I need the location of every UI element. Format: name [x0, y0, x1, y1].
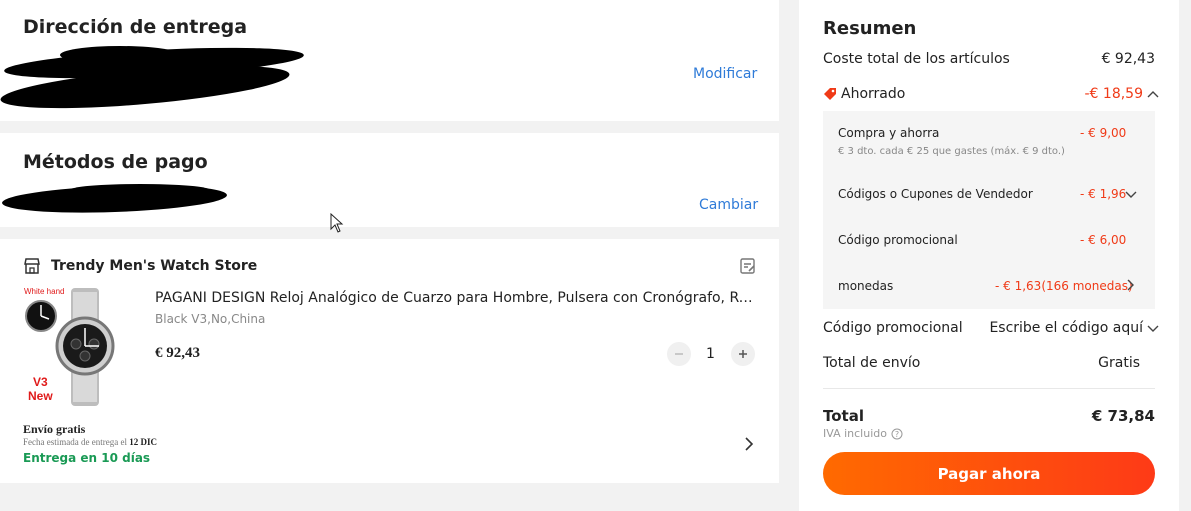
chevron-down-icon[interactable] [1125, 190, 1137, 200]
summary-card: Resumen Coste total de los artículos € 9… [799, 0, 1179, 511]
note-icon[interactable] [739, 257, 757, 275]
order-card: Trendy Men's Watch Store White hand V3 N… [0, 239, 779, 483]
summary-divider [823, 388, 1155, 389]
items-total-label: Coste total de los artículos [823, 51, 1010, 67]
total-value: € 73,84 [1091, 407, 1155, 425]
store-row[interactable]: Trendy Men's Watch Store [23, 257, 257, 275]
delivery-estimate-date: 12 DIC [129, 437, 157, 447]
buy-save-label: Compra y ahorra [838, 126, 940, 140]
promo-discount-label: Código promocional [838, 233, 958, 247]
change-payment-link[interactable]: Cambiar [699, 197, 758, 213]
promo-code-input[interactable]: Escribe el código aquí [989, 320, 1143, 336]
delivery-estimate-prefix: Fecha estimada de entrega el [23, 437, 127, 447]
product-title[interactable]: PAGANI DESIGN Reloj Analógico de Cuarzo … [155, 290, 755, 306]
svg-text:?: ? [895, 430, 899, 439]
promo-discount-value: - € 6,00 [1080, 233, 1127, 247]
modify-address-link[interactable]: Modificar [693, 66, 757, 82]
pay-now-button[interactable]: Pagar ahora [823, 452, 1155, 495]
store-name: Trendy Men's Watch Store [51, 258, 258, 274]
delivery-address-title: Dirección de entrega [23, 16, 248, 38]
tag-icon [824, 88, 836, 100]
product-price: € 92,43 [155, 345, 200, 361]
delivery-days: Entrega en 10 días [23, 451, 151, 465]
coins-label[interactable]: monedas [838, 279, 893, 293]
saved-label: Ahorrado [841, 86, 906, 102]
mouse-cursor-icon [330, 213, 344, 233]
payment-methods-title: Métodos de pago [23, 151, 208, 173]
info-icon[interactable]: ? [891, 428, 903, 440]
chevron-down-icon[interactable] [1147, 324, 1159, 334]
items-total-value: € 92,43 [1101, 51, 1155, 67]
chevron-up-icon[interactable] [1147, 89, 1159, 99]
promo-code-label: Código promocional [823, 320, 963, 336]
seller-codes-label[interactable]: Códigos o Cupones de Vendedor [838, 187, 1033, 201]
vat-included: IVA incluido ? [823, 427, 903, 440]
buy-save-value: - € 9,00 [1080, 126, 1127, 140]
buy-save-hint: € 3 dto. cada € 25 que gastes (máx. € 9 … [838, 146, 1065, 157]
shipping-total-value: Gratis [1098, 355, 1140, 371]
total-label: Total [823, 407, 864, 425]
quantity-increase-button[interactable] [731, 342, 755, 366]
image-tag-v3: V3 [33, 375, 48, 389]
seller-codes-value: - € 1,96 [1080, 187, 1127, 201]
delivery-estimate: Fecha estimada de entrega el 12 DIC [23, 437, 157, 447]
quantity-decrease-button[interactable] [667, 342, 691, 366]
product-variant: Black V3,No,China [155, 312, 266, 326]
vat-label: IVA incluido [823, 427, 887, 440]
chevron-right-icon[interactable] [1127, 279, 1135, 291]
saved-value: -€ 18,59 [1084, 86, 1144, 102]
shipping-free-label: Envío gratis [23, 422, 86, 436]
shipping-total-label: Total de envío [823, 355, 921, 371]
payment-methods-card: Métodos de pago Cambiar [0, 133, 779, 233]
image-tag-new: New [28, 389, 53, 403]
summary-title: Resumen [823, 18, 917, 39]
saved-row[interactable]: Ahorrado [823, 86, 905, 102]
discount-breakdown: Compra y ahorra - € 9,00 € 3 dto. cada €… [823, 111, 1155, 309]
coins-value: - € 1,63(166 monedas) [995, 279, 1133, 293]
store-icon [24, 258, 40, 274]
product-image[interactable]: White hand V3 New [23, 286, 125, 408]
chevron-right-icon[interactable] [744, 437, 754, 451]
delivery-address-card: Dirección de entrega Modificar [0, 0, 779, 121]
quantity-value: 1 [706, 346, 715, 362]
image-tag-white-hand: White hand [24, 287, 64, 296]
plus-icon [739, 350, 747, 358]
minus-icon [675, 353, 683, 355]
